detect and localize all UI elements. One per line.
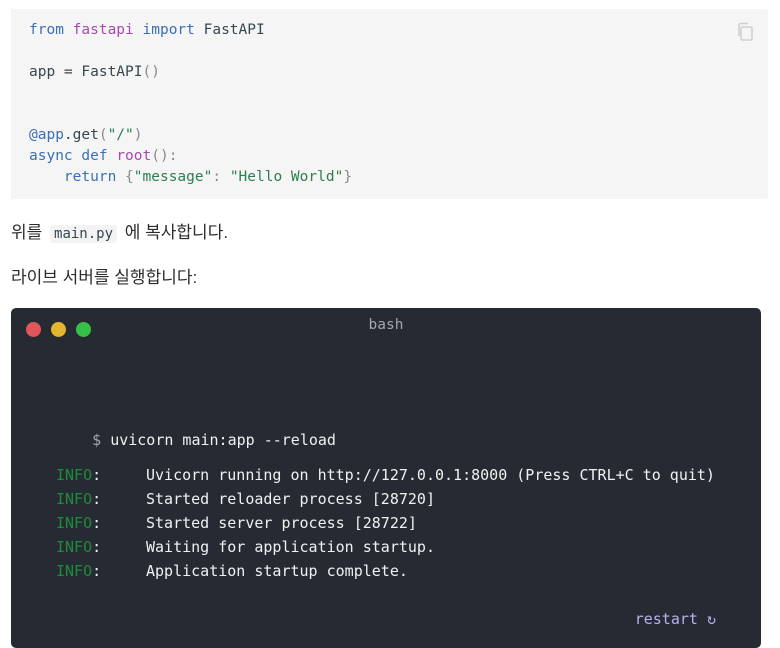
file-name-code: main.py (50, 225, 118, 243)
code-token: "message" (133, 169, 213, 185)
log-line: INFO: Started server process [28722] (56, 514, 417, 532)
code-block: from fastapi import FastAPI app = FastAPI… (11, 9, 768, 199)
code-token: @app (29, 127, 64, 143)
terminal-title: bash (368, 317, 404, 333)
log-level: INFO (56, 562, 93, 580)
log-level: INFO (56, 538, 93, 556)
instruction-copy-before: 위를 (11, 223, 43, 242)
code-lines: from fastapi import FastAPI app = FastAPI… (29, 20, 750, 188)
log-message: Started server process [28722] (146, 514, 417, 532)
code-token: () (142, 64, 160, 80)
code-token: (): (151, 148, 178, 164)
restart-button[interactable]: restart ↻ (635, 610, 716, 628)
instruction-copy-after: 에 복사합니다. (124, 223, 229, 242)
log-level: INFO (56, 490, 93, 508)
log-message: Waiting for application startup. (146, 538, 435, 556)
log-line: INFO: Uvicorn running on http://127.0.0.1… (56, 466, 715, 484)
instruction-copy-file: 위를 main.py 에 복사합니다. (11, 218, 228, 243)
code-line: return {"message": "Hello World"} (29, 167, 750, 188)
log-separator: : (92, 466, 102, 484)
command-line: $ uvicorn main:app --reload (56, 413, 336, 467)
log-message: Application startup complete. (146, 562, 408, 580)
code-token: : (212, 169, 230, 185)
log-level: INFO (56, 466, 93, 484)
code-line: app = FastAPI() (29, 62, 750, 83)
code-token: "Hello World" (229, 169, 344, 185)
log-separator: : (92, 514, 102, 532)
code-token: ( (98, 127, 108, 143)
code-token: app = FastAPI (29, 64, 143, 80)
code-token: import (142, 22, 195, 38)
code-token: .get (63, 127, 99, 143)
code-token: "/" (107, 127, 134, 143)
log-level: INFO (56, 514, 93, 532)
instruction-run-server: 라이브 서버를 실행합니다: (11, 268, 198, 287)
code-line: from fastapi import FastAPI (29, 20, 750, 41)
code-token: } (343, 169, 353, 185)
code-token: from (29, 22, 64, 38)
log-separator: : (92, 490, 102, 508)
code-token: async (29, 148, 73, 164)
code-token: fastapi (72, 22, 134, 38)
log-line: INFO: Waiting for application startup. (56, 538, 435, 556)
log-separator: : (92, 562, 102, 580)
code-token: ) (133, 127, 143, 143)
code-token: FastAPI (194, 22, 265, 38)
log-line: INFO: Started reloader process [28720] (56, 490, 435, 508)
log-message: Started reloader process [28720] (146, 490, 435, 508)
code-line: @app.get("/") (29, 125, 750, 146)
terminal-window: bash $ uvicorn main:app --reload INFO: Uv… (11, 308, 761, 648)
log-message: Uvicorn running on http://127.0.0.1:8000… (146, 466, 715, 484)
code-token: { (125, 169, 134, 185)
log-line: INFO: Application startup complete. (56, 562, 408, 580)
log-separator: : (92, 538, 102, 556)
prompt-symbol: $ (92, 431, 102, 449)
code-token: root (116, 148, 152, 164)
command-text: uvicorn main:app --reload (110, 431, 336, 449)
code-line: async def root(): (29, 146, 750, 167)
copy-button[interactable] (736, 21, 756, 43)
code-token: def (81, 148, 108, 164)
code-token: return (63, 169, 117, 185)
copy-icon (738, 22, 753, 41)
